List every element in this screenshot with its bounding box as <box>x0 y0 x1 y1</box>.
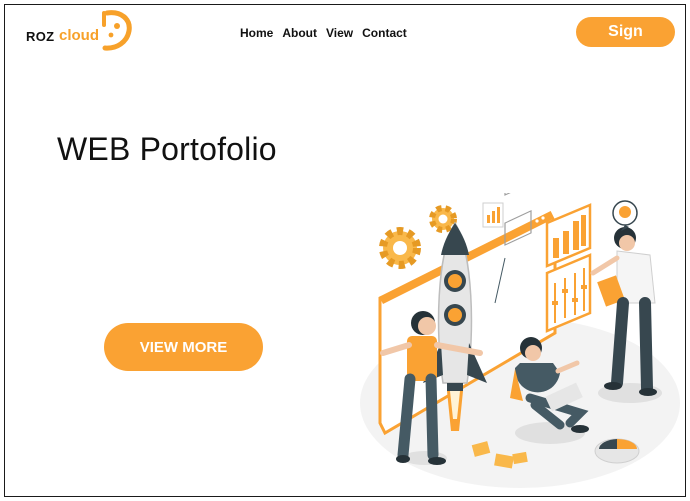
hero-illustration <box>360 193 680 488</box>
mini-chart-card <box>482 202 504 228</box>
nav-home[interactable]: Home <box>240 26 273 40</box>
main-nav: Home About View Contact <box>240 26 407 40</box>
nav-view[interactable]: View <box>326 26 353 40</box>
pie-chart <box>594 438 640 464</box>
logo-text-cloud: cloud <box>59 27 99 44</box>
nav-contact[interactable]: Contact <box>362 26 407 40</box>
sign-button[interactable]: Sign <box>576 17 675 47</box>
hero-title: WEB Portofolio <box>57 131 277 167</box>
view-more-button[interactable]: VIEW MORE <box>104 323 263 371</box>
page-frame: ROZ cloud Home About View Contact Sign W… <box>4 4 686 497</box>
logo-mark-icon <box>102 10 132 51</box>
logo-text-roz: ROZ <box>26 29 55 44</box>
logo[interactable]: ROZ cloud <box>26 8 146 56</box>
nav-about[interactable]: About <box>282 26 317 40</box>
